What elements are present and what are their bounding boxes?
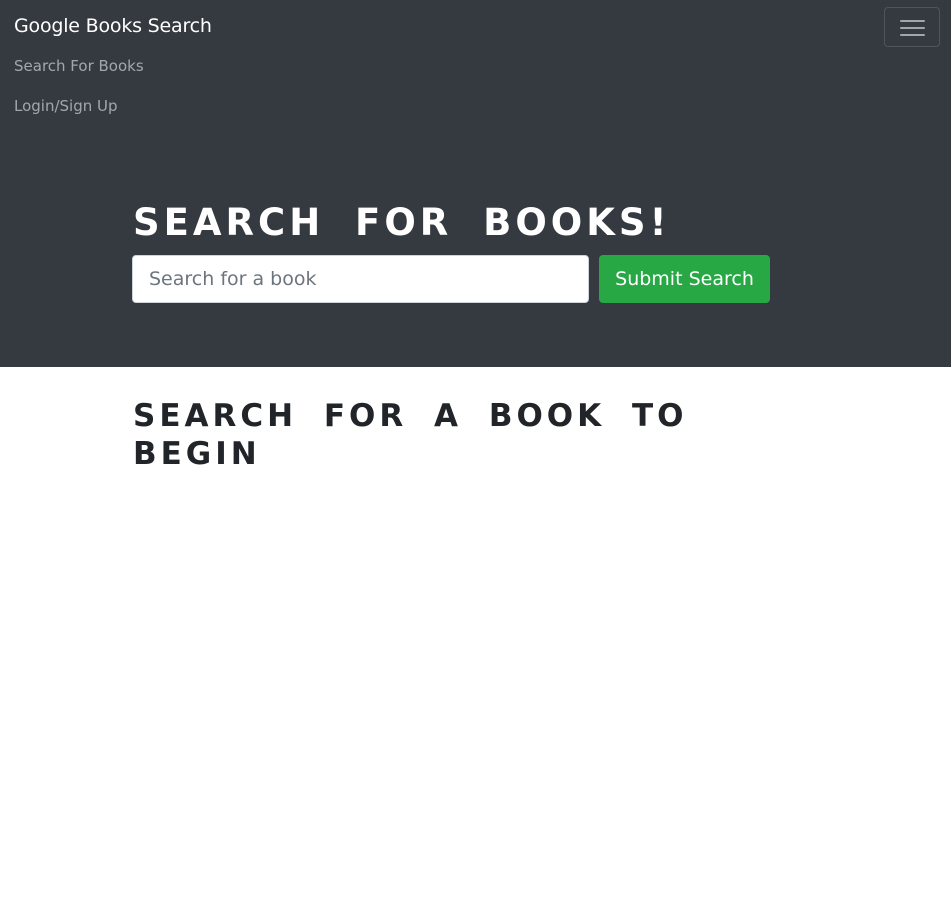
- navbar-toggler-button[interactable]: [884, 7, 940, 47]
- results-heading: SEARCH FOR A BOOK TO BEGIN: [133, 398, 688, 472]
- search-jumbotron: SEARCH FOR BOOKS! Submit Search: [0, 133, 951, 367]
- nav-link-search-for-books[interactable]: Search For Books: [14, 57, 144, 75]
- submit-search-button[interactable]: Submit Search: [599, 255, 770, 303]
- hamburger-icon: [900, 19, 925, 37]
- page-title: SEARCH FOR BOOKS!: [133, 201, 671, 244]
- search-input[interactable]: [132, 255, 589, 303]
- nav-link-login-sign-up[interactable]: Login/Sign Up: [14, 97, 118, 115]
- brand-link[interactable]: Google Books Search: [14, 15, 212, 37]
- navbar: Google Books Search Search For Books Log…: [0, 0, 951, 133]
